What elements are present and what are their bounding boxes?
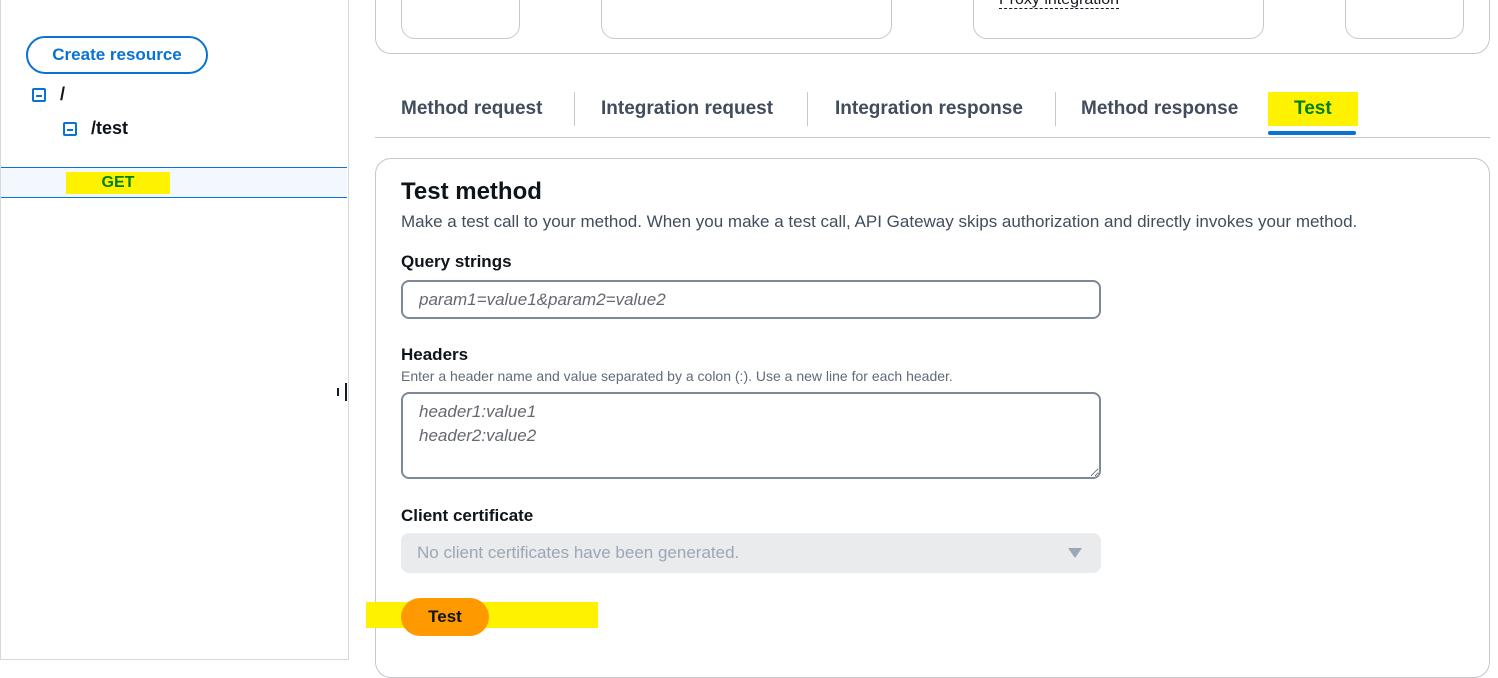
tree-item-get-selected-row[interactable] xyxy=(1,167,347,198)
tab-integration-response[interactable]: Integration response xyxy=(835,92,1023,126)
collapse-icon[interactable] xyxy=(32,87,46,102)
tree-item-label: /test xyxy=(91,118,129,138)
tab-method-request[interactable]: Method request xyxy=(401,92,542,126)
integration-request-summary xyxy=(601,0,892,39)
section-title: Test method xyxy=(401,178,542,205)
query-strings-input[interactable] xyxy=(401,280,1101,319)
method-request-summary xyxy=(401,0,520,39)
headers-textarea[interactable] xyxy=(401,392,1101,479)
client-certificate-label: Client certificate xyxy=(401,506,534,525)
test-button[interactable]: Test xyxy=(401,598,489,636)
headers-label: Headers xyxy=(401,345,469,364)
client-certificate-value: No client certificates have been generat… xyxy=(417,543,740,562)
caret-down-icon xyxy=(1068,548,1082,558)
section-description: Make a test call to your method. When yo… xyxy=(401,212,1358,231)
method-response-summary xyxy=(1345,0,1464,39)
client-certificate-select[interactable]: No client certificates have been generat… xyxy=(401,533,1101,573)
active-tab-indicator xyxy=(1268,131,1356,135)
query-strings-label: Query strings xyxy=(401,252,512,271)
sidebar-resize-handle[interactable] xyxy=(337,383,347,401)
method-overview-card xyxy=(375,0,1490,54)
collapse-icon[interactable] xyxy=(63,121,77,136)
tree-item-root[interactable]: / xyxy=(32,84,65,105)
tab-method-response[interactable]: Method response xyxy=(1081,92,1238,126)
tree-item-test[interactable]: /test xyxy=(63,118,128,139)
tab-test[interactable]: Test xyxy=(1268,92,1358,126)
headers-hint: Enter a header name and value separated … xyxy=(401,368,953,384)
tree-item-label: / xyxy=(60,84,66,104)
proxy-integration-link[interactable]: Proxy integration xyxy=(999,0,1120,9)
method-tabs: Method request Integration request Integ… xyxy=(375,84,1490,138)
tree-item-get[interactable]: GET xyxy=(66,172,170,194)
tab-integration-request[interactable]: Integration request xyxy=(601,92,773,126)
create-resource-button[interactable]: Create resource xyxy=(26,36,208,74)
